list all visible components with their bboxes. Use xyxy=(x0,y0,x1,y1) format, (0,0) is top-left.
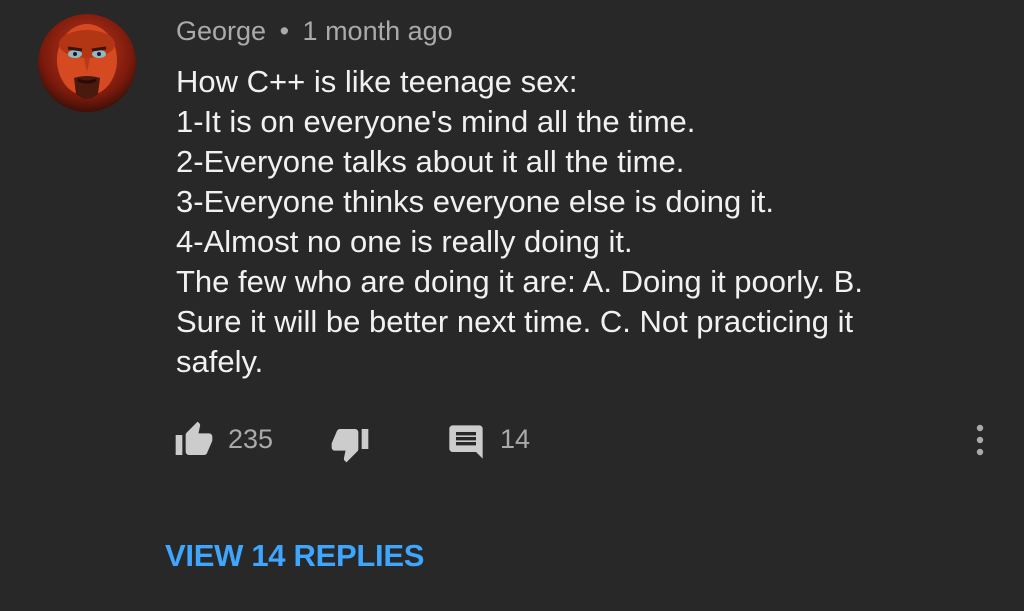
thumbs-down-icon xyxy=(331,429,369,463)
reply-button[interactable] xyxy=(446,422,486,462)
more-vertical-icon xyxy=(976,424,984,456)
more-options-button[interactable] xyxy=(966,420,994,460)
meta-separator: • xyxy=(279,16,290,46)
author-name[interactable]: George xyxy=(176,16,266,46)
comment-line: How C++ is like teenage sex: xyxy=(176,64,578,99)
comment-timestamp[interactable]: 1 month ago xyxy=(303,16,453,46)
reply-count: 14 xyxy=(500,424,531,454)
comment-line: The few who are doing it are: A. Doing i… xyxy=(176,264,863,299)
comment-text: How C++ is like teenage sex: 1-It is on … xyxy=(176,62,966,382)
like-count: 235 xyxy=(228,424,274,454)
comment-card: George • 1 month ago How C++ is like tee… xyxy=(0,0,1024,611)
like-button[interactable] xyxy=(174,420,214,460)
comment-icon xyxy=(449,425,483,459)
comment-line: 1-It is on everyone's mind all the time. xyxy=(176,104,696,139)
comment-line: Sure it will be better next time. C. Not… xyxy=(176,304,854,339)
avatar-face-icon xyxy=(38,14,136,112)
comment-line: 3-Everyone thinks everyone else is doing… xyxy=(176,184,774,219)
comment-meta: George • 1 month ago xyxy=(176,16,453,47)
comment-actions: 235 14 xyxy=(0,418,1024,464)
comment-line: 2-Everyone talks about it all the time. xyxy=(176,144,685,179)
comment-line: safely. xyxy=(176,344,264,379)
view-replies-button[interactable]: VIEW 14 REPLIES xyxy=(165,538,424,574)
comment-line: 4-Almost no one is really doing it. xyxy=(176,224,633,259)
thumbs-up-icon xyxy=(175,421,213,455)
avatar[interactable] xyxy=(38,14,136,112)
dislike-button[interactable] xyxy=(330,424,370,464)
